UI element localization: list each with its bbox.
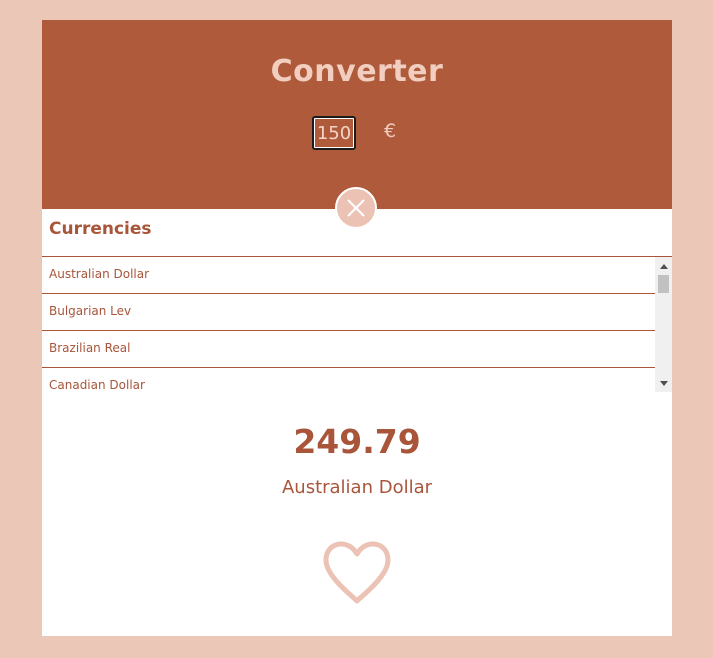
currency-item-brazilian-real[interactable]: Brazilian Real bbox=[42, 331, 655, 368]
arrow-up-icon bbox=[659, 263, 668, 269]
currency-list-items: Australian Dollar Bulgarian Lev Brazilia… bbox=[42, 257, 655, 392]
page-title: Converter bbox=[270, 54, 444, 89]
currency-item-bulgarian-lev[interactable]: Bulgarian Lev bbox=[42, 294, 655, 331]
base-currency-symbol: € bbox=[384, 120, 397, 142]
scrollbar-thumb[interactable] bbox=[658, 275, 669, 293]
currency-list: Australian Dollar Bulgarian Lev Brazilia… bbox=[42, 256, 672, 392]
converter-header: Converter € bbox=[42, 20, 672, 209]
arrow-down-icon bbox=[659, 380, 668, 386]
list-scrollbar[interactable] bbox=[655, 257, 672, 392]
conversion-result-value: 249.79 bbox=[293, 422, 421, 461]
currencies-heading: Currencies bbox=[49, 219, 152, 239]
heart-icon[interactable] bbox=[321, 540, 393, 606]
converter-card: Converter € Currencies Australian Dollar… bbox=[42, 20, 672, 636]
amount-input[interactable] bbox=[312, 116, 356, 150]
close-icon bbox=[347, 199, 365, 217]
scroll-down-button[interactable] bbox=[655, 376, 672, 390]
close-button[interactable] bbox=[335, 187, 377, 229]
currency-item-canadian-dollar[interactable]: Canadian Dollar bbox=[42, 368, 655, 392]
conversion-result-currency: Australian Dollar bbox=[281, 477, 433, 498]
scroll-up-button[interactable] bbox=[655, 259, 672, 273]
currency-item-australian-dollar[interactable]: Australian Dollar bbox=[42, 257, 655, 294]
